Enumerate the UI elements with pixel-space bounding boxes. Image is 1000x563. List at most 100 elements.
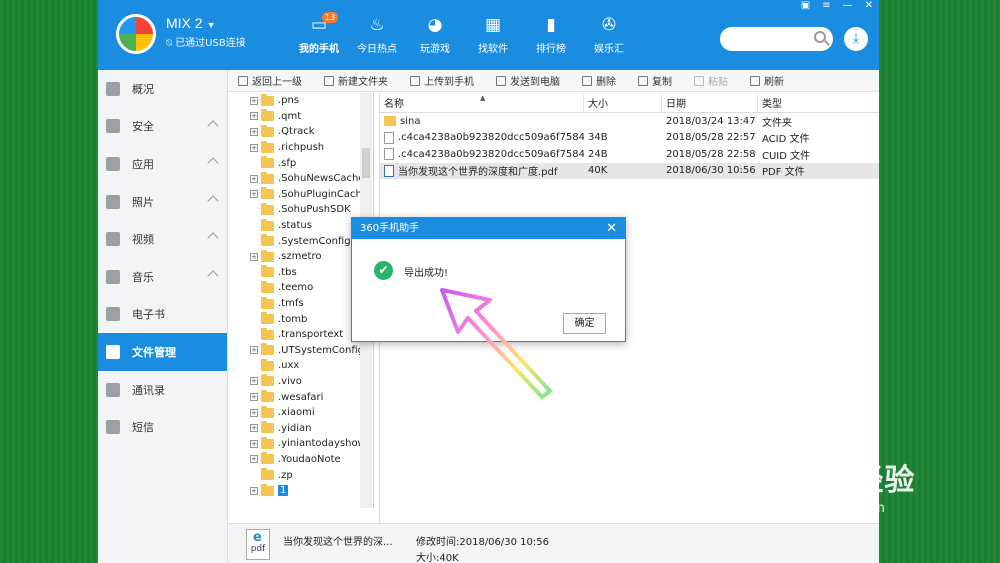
- tree-item-label: 1: [278, 485, 289, 497]
- tree-item[interactable]: .zp: [229, 467, 373, 483]
- sidebar-item-overview[interactable]: 概况: [98, 70, 227, 108]
- sidebar-item-photos[interactable]: 照片: [98, 183, 227, 221]
- nav-label: 娱乐汇: [594, 44, 624, 55]
- folder-icon: [261, 156, 274, 169]
- export-success-dialog: 360手机助手 ✕ ✔ 导出成功! 确定: [351, 217, 626, 342]
- send-to-pc-button[interactable]: 发送到电脑: [496, 73, 560, 88]
- expand-icon[interactable]: +: [250, 486, 258, 495]
- expand-icon[interactable]: +: [250, 190, 258, 199]
- nav-badge: 13: [322, 12, 339, 23]
- column-size[interactable]: 大小: [584, 93, 662, 112]
- chevron-up-icon[interactable]: [207, 270, 219, 282]
- background-right: [879, 0, 1000, 563]
- tree-item[interactable]: + .xiaomi: [229, 405, 373, 421]
- expand-icon[interactable]: +: [250, 252, 258, 261]
- tree-item[interactable]: .sfp: [229, 155, 373, 171]
- sidebar-item-security[interactable]: 安全: [98, 108, 227, 146]
- table-row[interactable]: .c4ca4238a0b923820dcc509a6f75849b.... 24…: [380, 146, 879, 163]
- sidebar-item-apps[interactable]: 应用: [98, 145, 227, 183]
- send-label: 发送到电脑: [510, 77, 560, 88]
- expand-icon: [250, 284, 258, 292]
- dialog-title: 360手机助手: [360, 223, 420, 234]
- close-icon[interactable]: ✕: [865, 0, 873, 11]
- back-button[interactable]: 返回上一级: [238, 73, 302, 88]
- sidebar-item-sms[interactable]: 短信: [98, 408, 227, 446]
- scrollbar-thumb[interactable]: [362, 148, 370, 178]
- delete-button[interactable]: 删除: [582, 73, 616, 88]
- tree-item[interactable]: + .vivo: [229, 374, 373, 390]
- expand-icon[interactable]: +: [250, 439, 258, 448]
- download-button[interactable]: ⤓: [844, 27, 868, 51]
- chevron-up-icon[interactable]: [207, 157, 219, 169]
- tree-item[interactable]: .uxx: [229, 358, 373, 374]
- nav-apps[interactable]: ▦ 找软件: [464, 14, 522, 55]
- nav-entertainment[interactable]: ✇ 娱乐汇: [580, 14, 638, 55]
- tree-item[interactable]: + .yidian: [229, 420, 373, 436]
- nav-my-phone[interactable]: ▭ 13 我的手机: [290, 12, 348, 55]
- table-row[interactable]: .c4ca4238a0b923820dcc509a6f75849b.... 34…: [380, 130, 879, 147]
- refresh-icon: [750, 75, 760, 86]
- sidebar-item-music[interactable]: 音乐: [98, 258, 227, 296]
- expand-icon[interactable]: +: [250, 127, 258, 136]
- table-row-selected[interactable]: 当你发现这个世界的深度和广度.pdf 40K 2018/06/30 10:56 …: [380, 162, 879, 179]
- search-icon[interactable]: [814, 31, 826, 43]
- tree-item[interactable]: + .pns: [229, 93, 373, 109]
- back-label: 返回上一级: [252, 77, 302, 88]
- sidebar-item-contacts[interactable]: 通讯录: [98, 371, 227, 409]
- feedback-icon[interactable]: ▣: [801, 0, 810, 11]
- refresh-button[interactable]: 刷新: [750, 73, 784, 88]
- expand-icon[interactable]: +: [250, 424, 258, 433]
- sidebar-item-file-manager[interactable]: 文件管理: [98, 333, 227, 371]
- tree-item[interactable]: + .SohuNewsCache: [229, 171, 373, 187]
- sidebar-item-ebooks[interactable]: 电子书: [98, 296, 227, 334]
- expand-icon[interactable]: +: [250, 174, 258, 183]
- tree-item[interactable]: + .richpush: [229, 140, 373, 156]
- tree-item[interactable]: .SohuPushSDK: [229, 202, 373, 218]
- expand-icon[interactable]: +: [250, 455, 258, 464]
- upload-button[interactable]: 上传到手机: [410, 73, 474, 88]
- sidebar-item-label: 文件管理: [132, 345, 176, 359]
- tree-item[interactable]: + .qmt: [229, 109, 373, 125]
- expand-icon[interactable]: +: [250, 408, 258, 417]
- expand-icon[interactable]: +: [250, 377, 258, 386]
- copy-button[interactable]: 复制: [638, 73, 672, 88]
- chevron-up-icon[interactable]: [207, 119, 219, 132]
- expand-icon[interactable]: +: [250, 393, 258, 402]
- folder-icon: [261, 343, 274, 356]
- tree-item[interactable]: +1: [229, 483, 373, 499]
- sidebar-item-label: 照片: [132, 195, 154, 209]
- tree-item[interactable]: + .YoudaoNote: [229, 452, 373, 468]
- column-date[interactable]: 日期: [662, 93, 758, 112]
- folder-icon: [261, 374, 274, 387]
- tree-item-label: .SohuPushSDK: [278, 204, 351, 216]
- column-type[interactable]: 类型: [758, 93, 828, 112]
- close-icon[interactable]: ✕: [606, 218, 617, 239]
- folder-icon: [261, 312, 274, 325]
- expand-icon[interactable]: +: [250, 112, 258, 121]
- device-selector[interactable]: MIX 2 ▼: [166, 15, 216, 31]
- chevron-up-icon[interactable]: [207, 232, 219, 245]
- tree-item[interactable]: + .wesafari: [229, 389, 373, 405]
- expand-icon[interactable]: +: [250, 346, 258, 355]
- ok-button[interactable]: 确定: [563, 313, 606, 334]
- folder-icon: [261, 187, 274, 200]
- nav-games[interactable]: ◕ 玩游戏: [406, 14, 464, 55]
- tree-item[interactable]: + .yiniantodayshow: [229, 436, 373, 452]
- tree-item[interactable]: + .Qtrack: [229, 124, 373, 140]
- sidebar-item-videos[interactable]: 视频: [98, 220, 227, 258]
- nav-hot-news[interactable]: ♨ 今日热点: [348, 14, 406, 55]
- nav-ranking[interactable]: ▮ 排行榜: [522, 14, 580, 55]
- paste-button[interactable]: 粘贴: [694, 73, 728, 88]
- minimize-icon[interactable]: —: [843, 0, 853, 11]
- new-folder-button[interactable]: 新建文件夹: [324, 73, 388, 88]
- expand-icon: [250, 206, 258, 214]
- chevron-up-icon[interactable]: [207, 195, 219, 207]
- tree-item[interactable]: + .UTSystemConfig: [229, 343, 373, 359]
- expand-icon[interactable]: +: [250, 96, 258, 105]
- expand-icon[interactable]: +: [250, 143, 258, 152]
- search-input[interactable]: [720, 27, 833, 51]
- tree-item-label: .SohuPluginCache: [278, 188, 369, 200]
- tree-item[interactable]: + .SohuPluginCache: [229, 187, 373, 203]
- table-row[interactable]: sina 2018/03/24 13:47 文件夹: [380, 113, 879, 130]
- menu-icon[interactable]: ≡: [822, 0, 830, 11]
